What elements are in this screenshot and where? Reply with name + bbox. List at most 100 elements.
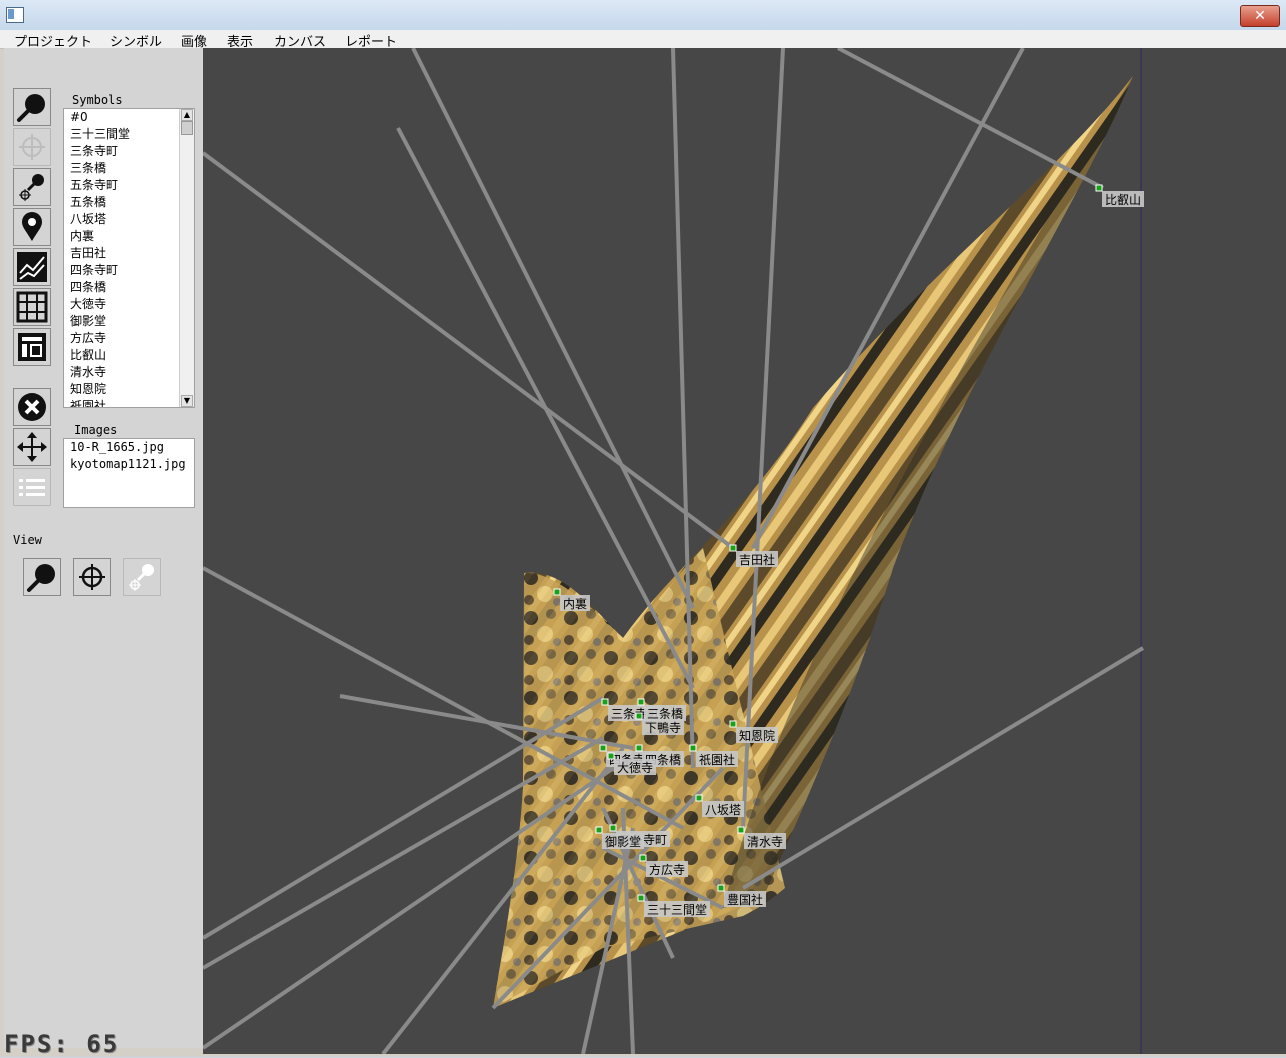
zoom-icon: [27, 564, 55, 592]
map-marker[interactable]: 比叡山: [1095, 184, 1144, 207]
marker-label: 祇園社: [699, 752, 735, 767]
marker-point[interactable]: [635, 712, 643, 720]
marker-point[interactable]: [639, 854, 647, 862]
marker-label: 下鴨寺: [645, 721, 681, 735]
symbol-item[interactable]: 四条橋: [64, 279, 194, 296]
marker-point[interactable]: [1095, 184, 1103, 192]
marker-point[interactable]: [729, 720, 737, 728]
zoom-point-icon: [129, 564, 154, 591]
zoom-point-icon: [19, 174, 44, 201]
projection-ray: [411, 48, 695, 609]
crosshair-icon: [79, 564, 105, 590]
symbol-item[interactable]: 御影堂: [64, 313, 194, 330]
image-item[interactable]: 10-R_1665.jpg: [64, 439, 194, 456]
marker-point[interactable]: [637, 698, 645, 706]
marker-label: 清水寺: [747, 835, 783, 849]
marker-point[interactable]: [607, 752, 615, 760]
marker-point[interactable]: [689, 744, 697, 752]
marker-label: 比叡山: [1105, 192, 1141, 207]
marker-point[interactable]: [695, 794, 703, 802]
zoom-icon: [17, 94, 45, 122]
layout-icon: [18, 333, 46, 361]
app-icon: [6, 7, 24, 23]
marker-point[interactable]: [635, 744, 643, 752]
marker-label: 三十三間堂: [647, 903, 707, 917]
image-item[interactable]: kyotomap1121.jpg: [64, 456, 194, 473]
map-canvas[interactable]: 比叡山吉田社内裏三条寺町三条橋下鴨寺知恩院四条寺町四条橋大徳寺祇園社八坂塔五条寺…: [203, 48, 1286, 1054]
symbol-item[interactable]: 五条寺町: [64, 177, 194, 194]
scroll-thumb[interactable]: [181, 121, 193, 135]
delete-tool-button[interactable]: [13, 388, 51, 426]
grid-tool-button[interactable]: [13, 288, 51, 326]
symbol-item[interactable]: 祇園社: [64, 398, 194, 407]
marker-label: 三条橋: [647, 707, 683, 721]
symbols-list[interactable]: #0 三十三間堂 三条寺町 三条橋 五条寺町 五条橋 八坂塔 内裏 吉田社 四条寺町 四条橋 大徳寺御…: [63, 108, 195, 408]
symbols-label: Symbols: [72, 93, 123, 107]
symbol-item[interactable]: 大徳寺: [64, 296, 194, 313]
symbols-scrollbar[interactable]: ▲ ▼: [179, 109, 194, 407]
list-tool-button[interactable]: [13, 468, 51, 506]
view-zoom-point-button[interactable]: [123, 558, 161, 596]
symbol-item[interactable]: 三条寺町: [64, 143, 194, 160]
marker-point[interactable]: [717, 884, 725, 892]
marker-label: 知恩院: [739, 729, 775, 743]
fps-counter: FPS: 65: [4, 1030, 120, 1058]
tool-sidebar: Symbols #0 三十三間堂 三条寺町 三条橋 五条寺町 五条橋 八坂塔 内裏 吉田社 四条寺…: [4, 48, 204, 1048]
symbol-item[interactable]: 四条寺町: [64, 262, 194, 279]
warped-map-image: [493, 76, 1133, 1008]
marker-point[interactable]: [737, 826, 745, 834]
images-list[interactable]: 10-R_1665.jpg kyotomap1121.jpg: [63, 438, 195, 508]
marker-point[interactable]: [553, 588, 561, 596]
symbol-item[interactable]: 八坂塔: [64, 211, 194, 228]
symbol-item[interactable]: 清水寺: [64, 364, 194, 381]
close-button[interactable]: ✕: [1240, 5, 1280, 27]
zoom-point-tool-button[interactable]: [13, 168, 51, 206]
crosshair-tool-button[interactable]: [13, 128, 51, 166]
symbol-item[interactable]: 内裏: [64, 228, 194, 245]
marker-point[interactable]: [595, 826, 603, 834]
chart-icon: [17, 252, 47, 282]
list-icon: [19, 479, 45, 496]
marker-label: 内裏: [563, 596, 587, 611]
view-label: View: [13, 533, 42, 547]
menu-bar: プロジェクト シンボル 画像 表示 カンバス レポート: [0, 30, 1286, 50]
images-label: Images: [74, 423, 118, 437]
symbol-item[interactable]: 吉田社: [64, 245, 194, 262]
projection-ray: [837, 48, 1104, 190]
chart-tool-button[interactable]: [13, 248, 51, 286]
marker-label: 吉田社: [739, 552, 775, 567]
crosshair-icon: [19, 134, 45, 160]
symbol-item[interactable]: 三十三間堂: [64, 126, 194, 143]
map-pin-icon: [22, 212, 42, 241]
marker-point[interactable]: [729, 544, 737, 552]
marker-label: 八坂塔: [705, 803, 741, 817]
title-bar: ✕: [0, 0, 1286, 31]
layout-tool-button[interactable]: [13, 328, 51, 366]
symbol-item[interactable]: 方広寺: [64, 330, 194, 347]
projection-ray: [203, 151, 735, 550]
symbol-item[interactable]: 比叡山: [64, 347, 194, 364]
marker-point[interactable]: [601, 698, 609, 706]
map-pin-tool-button[interactable]: [13, 208, 51, 246]
scroll-down-icon[interactable]: ▼: [181, 395, 193, 407]
marker-point[interactable]: [637, 894, 645, 902]
marker-label: 大徳寺: [617, 760, 653, 775]
symbol-item[interactable]: 知恩院: [64, 381, 194, 398]
marker-label: 豊国社: [727, 892, 763, 907]
symbol-item[interactable]: #0: [64, 109, 194, 126]
symbol-item[interactable]: 五条橋: [64, 194, 194, 211]
marker-label: 御影堂: [605, 834, 641, 849]
view-zoom-button[interactable]: [23, 558, 61, 596]
move-icon: [17, 432, 47, 462]
scroll-up-icon[interactable]: ▲: [181, 109, 193, 121]
warped-map-view[interactable]: 比叡山吉田社内裏三条寺町三条橋下鴨寺知恩院四条寺町四条橋大徳寺祇園社八坂塔五条寺…: [203, 48, 1286, 1054]
marker-point[interactable]: [599, 744, 607, 752]
zoom-tool-button[interactable]: [13, 88, 51, 126]
view-crosshair-button[interactable]: [73, 558, 111, 596]
symbol-item[interactable]: 三条橋: [64, 160, 194, 177]
app-window: ✕ プロジェクト シンボル 画像 表示 カンバス レポート Symbols #0…: [0, 0, 1286, 1058]
move-tool-button[interactable]: [13, 428, 51, 466]
marker-point[interactable]: [609, 824, 617, 832]
delete-icon: [18, 393, 46, 421]
marker-label: 方広寺: [649, 862, 685, 877]
